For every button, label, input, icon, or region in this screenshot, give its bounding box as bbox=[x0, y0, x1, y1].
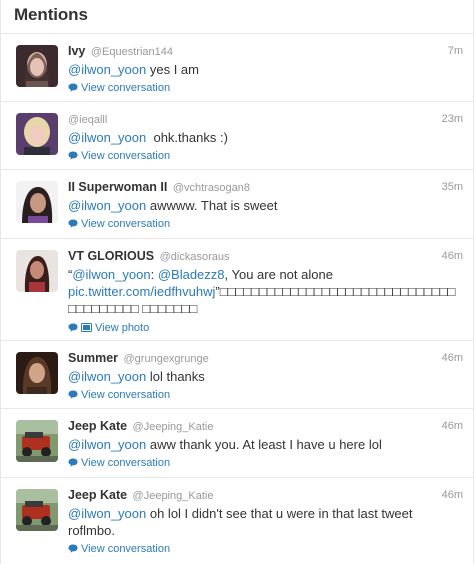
tweet-text: @ilwon_yoon awwww. That is sweet bbox=[68, 197, 463, 214]
view-photo-label: View photo bbox=[95, 322, 150, 334]
mention-link[interactable]: @ilwon_yoon bbox=[68, 130, 146, 145]
tweet-timestamp[interactable]: 7m bbox=[448, 43, 463, 59]
view-conversation-link[interactable]: View conversation bbox=[68, 81, 463, 96]
tweet-item[interactable]: VT GLORIOUS @dickasoraus 46m “@ilwon_yoo… bbox=[1, 239, 474, 341]
avatar[interactable] bbox=[16, 181, 58, 223]
avatar[interactable] bbox=[16, 489, 58, 531]
tweet-fullname[interactable]: Jeep Kate bbox=[68, 488, 127, 502]
tweet-text: @ilwon_yoon yes I am bbox=[68, 61, 463, 78]
tweet-fullname[interactable]: II Superwoman II bbox=[68, 180, 167, 194]
view-conversation-link[interactable]: View conversation bbox=[68, 542, 463, 557]
tweet-body-sep: : bbox=[150, 267, 158, 282]
tweet-fullname[interactable]: Ivy bbox=[68, 44, 85, 58]
tweet-text: “@ilwon_yoon: @Bladezz8, You are not alo… bbox=[68, 266, 463, 317]
tweet-username[interactable]: @vchtrasogan8 bbox=[173, 182, 250, 194]
mention-link[interactable]: @ilwon_yoon bbox=[68, 62, 146, 77]
tweet-username[interactable]: @grungexgrunge bbox=[124, 353, 209, 365]
tweet-timestamp[interactable]: 46m bbox=[442, 350, 463, 366]
mention-link[interactable]: @ilwon_yoon bbox=[68, 506, 146, 521]
tweet-timestamp[interactable]: 35m bbox=[442, 179, 463, 195]
avatar-photo-icon bbox=[16, 113, 58, 155]
mentions-panel: Mentions Ivy @Equestrian144 7m @ilwon_yo… bbox=[0, 0, 474, 564]
avatar-photo-icon bbox=[16, 45, 58, 87]
tweet-body: yes I am bbox=[146, 62, 199, 77]
tweet-text: @ilwon_yoon lol thanks bbox=[68, 368, 463, 385]
view-conversation-link[interactable]: View conversation bbox=[68, 456, 463, 471]
tweet-fullname[interactable]: Jeep Kate bbox=[68, 419, 127, 433]
tweet-item[interactable]: Ivy @Equestrian144 7m @ilwon_yoon yes I … bbox=[1, 34, 474, 102]
speech-bubble-icon bbox=[68, 322, 78, 336]
view-conversation-link[interactable]: View conversation bbox=[68, 217, 463, 232]
tweet-username[interactable]: @dickasoraus bbox=[160, 251, 230, 263]
view-conversation-label: View conversation bbox=[81, 389, 171, 401]
view-conversation-label: View conversation bbox=[81, 543, 171, 555]
tweet-item[interactable]: Jeep Kate @Jeeping_Katie 46m @ilwon_yoon… bbox=[1, 478, 474, 564]
speech-bubble-icon bbox=[68, 389, 78, 403]
tweet-body: lol thanks bbox=[146, 369, 205, 384]
view-conversation-label: View conversation bbox=[81, 218, 171, 230]
tweet-username[interactable]: @ieqalll bbox=[68, 114, 107, 126]
view-conversation-link[interactable]: View conversation bbox=[68, 149, 463, 164]
tweet-body: , You are not alone bbox=[224, 267, 333, 282]
photo-link[interactable]: pic.twitter.com/iedfhvuhwj bbox=[68, 284, 215, 299]
tweet-body: ohk.thanks :) bbox=[146, 130, 228, 145]
tweet-timestamp[interactable]: 46m bbox=[442, 487, 463, 503]
avatar[interactable] bbox=[16, 45, 58, 87]
jeep-photo-icon bbox=[16, 420, 58, 462]
speech-bubble-icon bbox=[68, 218, 78, 232]
tweet-fullname[interactable]: Summer bbox=[68, 351, 118, 365]
mention-link[interactable]: @ilwon_yoon bbox=[72, 267, 150, 282]
tweet-item[interactable]: Jeep Kate @Jeeping_Katie 46m @ilwon_yoon… bbox=[1, 409, 474, 478]
speech-bubble-icon bbox=[68, 82, 78, 96]
tweet-username[interactable]: @Jeeping_Katie bbox=[133, 490, 214, 502]
mentions-header: Mentions bbox=[1, 0, 473, 34]
tweet-timestamp[interactable]: 46m bbox=[442, 248, 463, 264]
avatar-photo-icon bbox=[16, 181, 58, 223]
tweet-username[interactable]: @Jeeping_Katie bbox=[133, 421, 214, 433]
tweet-fullname[interactable]: VT GLORIOUS bbox=[68, 249, 154, 263]
tweet-item[interactable]: Summer @grungexgrunge 46m @ilwon_yoon lo… bbox=[1, 341, 474, 409]
avatar[interactable] bbox=[16, 250, 58, 292]
tweet-text: @ilwon_yoon aww thank you. At least I ha… bbox=[68, 436, 463, 453]
page-title: Mentions bbox=[14, 5, 88, 24]
avatar-photo-icon bbox=[16, 352, 58, 394]
view-photo-link[interactable]: View photo bbox=[68, 321, 463, 336]
tweet-item[interactable]: @ieqalll 23m @ilwon_yoon ohk.thanks :) V… bbox=[1, 102, 474, 170]
tweet-text: @ilwon_yoon ohk.thanks :) bbox=[68, 129, 463, 146]
tweet-username[interactable]: @Equestrian144 bbox=[91, 46, 173, 58]
avatar[interactable] bbox=[16, 352, 58, 394]
tweet-timestamp[interactable]: 23m bbox=[442, 111, 463, 127]
view-conversation-label: View conversation bbox=[81, 82, 171, 94]
jeep-photo-icon bbox=[16, 489, 58, 531]
view-conversation-link[interactable]: View conversation bbox=[68, 388, 463, 403]
tweet-body: aww thank you. At least I have u here lo… bbox=[146, 437, 382, 452]
tweet-timestamp[interactable]: 46m bbox=[442, 418, 463, 434]
mention-link[interactable]: @ilwon_yoon bbox=[68, 198, 146, 213]
speech-bubble-icon bbox=[68, 543, 78, 557]
view-conversation-label: View conversation bbox=[81, 457, 171, 469]
speech-bubble-icon bbox=[68, 457, 78, 471]
tweet-item[interactable]: II Superwoman II @vchtrasogan8 35m @ilwo… bbox=[1, 170, 474, 239]
photo-icon bbox=[81, 322, 92, 336]
speech-bubble-icon bbox=[68, 150, 78, 164]
mention-link-2[interactable]: @Bladezz8 bbox=[158, 267, 225, 282]
view-conversation-label: View conversation bbox=[81, 150, 171, 162]
mention-link[interactable]: @ilwon_yoon bbox=[68, 437, 146, 452]
tweet-text: @ilwon_yoon oh lol I didn't see that u w… bbox=[68, 505, 463, 539]
avatar-photo-icon bbox=[16, 250, 58, 292]
avatar[interactable] bbox=[16, 113, 58, 155]
tweet-body: awwww. That is sweet bbox=[146, 198, 278, 213]
mention-link[interactable]: @ilwon_yoon bbox=[68, 369, 146, 384]
avatar[interactable] bbox=[16, 420, 58, 462]
